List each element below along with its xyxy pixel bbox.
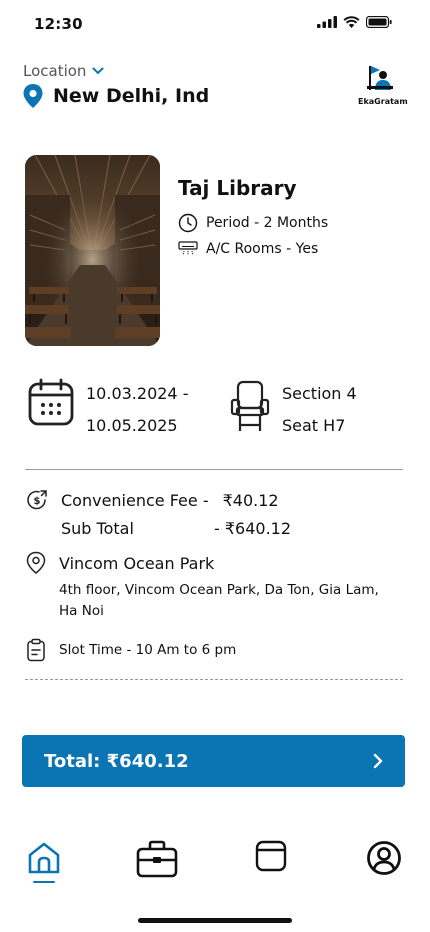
- period-row: Period - 2 Months: [178, 213, 328, 233]
- slot-row: Slot Time - 10 Am to 6 pm: [25, 638, 236, 662]
- clipboard-icon: [27, 638, 45, 662]
- location-selector[interactable]: Location: [23, 62, 104, 80]
- app-logo: EkaGratam: [358, 64, 408, 106]
- subtotal-label: Sub Total: [61, 519, 134, 538]
- battery-icon: [366, 16, 392, 28]
- address-title-row: Vincom Ocean Park: [25, 551, 214, 575]
- convenience-fee-value: ₹40.12: [222, 490, 279, 510]
- clock-icon: [178, 213, 198, 233]
- address-text: 4th floor, Vincom Ocean Park, Da Ton, Gi…: [59, 582, 379, 619]
- air-conditioner-icon: [178, 241, 198, 256]
- location-outline-icon: [26, 551, 46, 574]
- total-checkout-button[interactable]: Total: ₹640.12: [22, 735, 405, 787]
- briefcase-icon: [137, 840, 178, 878]
- status-icons: [317, 16, 392, 28]
- total-label: Total: ₹640.12: [44, 750, 189, 772]
- nav-home[interactable]: [25, 840, 63, 886]
- nav-active-indicator: [33, 881, 55, 883]
- chevron-down-icon: [92, 67, 104, 75]
- window-icon: [255, 840, 286, 872]
- convenience-fee-label: Convenience Fee -: [61, 490, 209, 510]
- date-end: 10.05.2025: [86, 416, 178, 435]
- calendar-icon: [28, 378, 74, 426]
- status-time: 12:30: [34, 15, 83, 33]
- dollar-refresh-icon: $: [27, 490, 47, 510]
- wifi-icon: [343, 16, 360, 28]
- bottom-nav: [0, 840, 430, 886]
- period-text: Period - 2 Months: [206, 215, 329, 231]
- ac-row: A/C Rooms - Yes: [178, 241, 318, 257]
- booking-dates: 10.03.2024 - 10.05.2025: [28, 378, 188, 442]
- svg-text:$: $: [34, 496, 41, 507]
- section-text: Section 4: [282, 384, 357, 403]
- current-location[interactable]: New Delhi, Ind: [23, 84, 209, 108]
- seat-icon: [230, 380, 270, 431]
- ac-text: A/C Rooms - Yes: [206, 241, 319, 257]
- ekagratam-logo-icon: [367, 66, 393, 90]
- home-icon: [28, 842, 60, 874]
- date-start: 10.03.2024 -: [86, 384, 189, 403]
- chevron-right-icon: [373, 753, 383, 769]
- divider: [25, 469, 403, 470]
- address-title: Vincom Ocean Park: [59, 553, 215, 573]
- library-name: Taj Library: [178, 176, 297, 200]
- home-indicator: [138, 918, 292, 923]
- seat-info: Section 4 Seat H7: [230, 378, 357, 442]
- location-pin-icon: [23, 84, 43, 108]
- seat-text: Seat H7: [282, 416, 346, 435]
- nav-calendar[interactable]: [252, 840, 290, 886]
- location-label: Location: [23, 62, 87, 80]
- cellular-signal-icon: [317, 16, 337, 28]
- nav-bookings[interactable]: [137, 840, 178, 886]
- subtotal-value: - ₹640.12: [214, 519, 292, 538]
- dashed-divider: [25, 679, 403, 680]
- logo-text: EkaGratam: [358, 97, 408, 106]
- location-city: New Delhi, Ind: [53, 85, 210, 107]
- library-photo: [25, 155, 160, 346]
- nav-profile[interactable]: [365, 840, 403, 886]
- profile-icon: [367, 841, 401, 875]
- convenience-fee-row: $ Convenience Fee - ₹40.12: [25, 488, 279, 512]
- slot-text: Slot Time - 10 Am to 6 pm: [59, 642, 237, 658]
